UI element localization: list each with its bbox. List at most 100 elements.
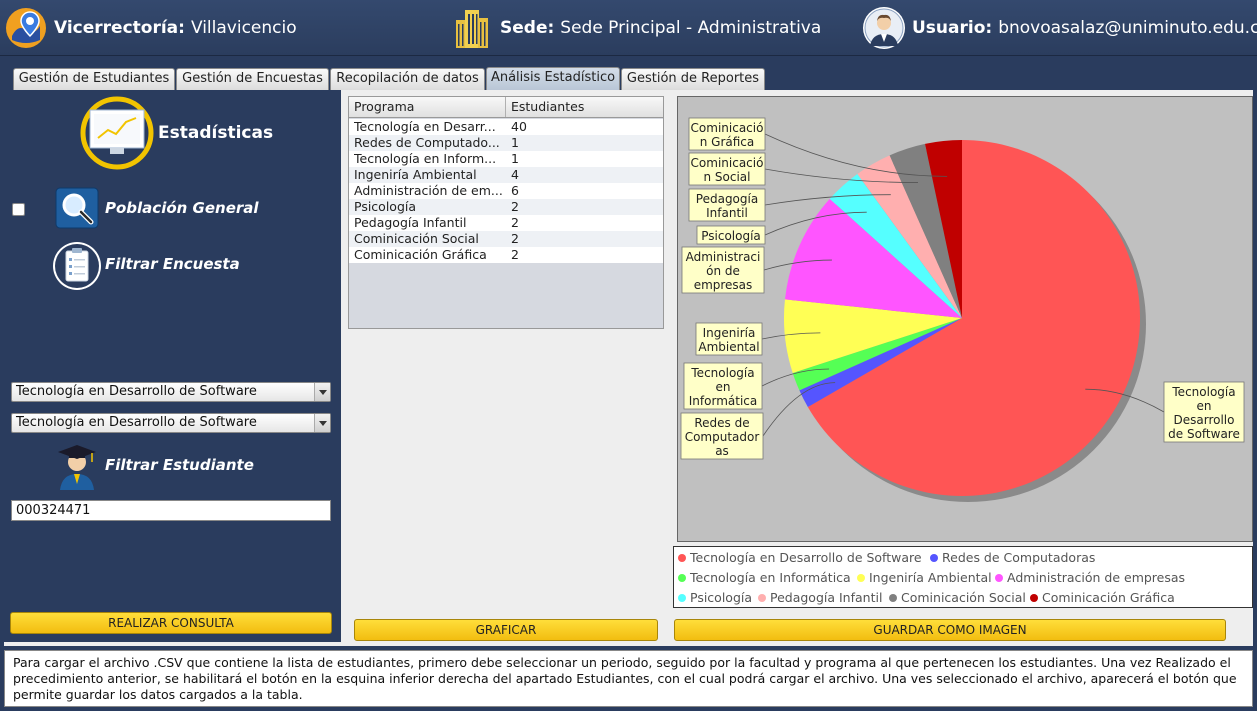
slice-label-text: Tecnología <box>690 366 754 380</box>
column-header-estudiantes[interactable]: Estudiantes <box>506 97 663 117</box>
pie-chart-panel: Tecnología en Desarrollo de Software Redes d… <box>677 96 1253 542</box>
legend-dot <box>889 593 897 602</box>
map-pin-logo-icon <box>6 8 46 48</box>
table-cell: 2 <box>511 247 519 262</box>
legend-label: Psicología <box>690 590 753 605</box>
table-cell: Tecnología en Inform... <box>354 151 497 166</box>
table-cell: Tecnología en Desarr... <box>354 119 496 134</box>
slice-label-text: n Social <box>704 170 751 184</box>
legend-item: Ingeniría Ambiental <box>857 570 992 585</box>
legend-label: Ingeniría Ambiental <box>869 570 992 585</box>
legend-label: Pedagogía Infantil <box>770 590 883 605</box>
slice-label-text: n Gráfica <box>700 135 755 149</box>
tab-recopilacion-datos[interactable]: Recopilación de datos <box>330 68 485 90</box>
legend-dot <box>678 573 686 582</box>
guardar-imagen-button[interactable]: GUARDAR COMO IMAGEN <box>674 619 1226 641</box>
table-cell: 1 <box>511 151 519 166</box>
legend-item: Cominicación Social <box>889 590 1026 605</box>
table-cell: Redes de Computado... <box>354 135 500 150</box>
table-cell: 2 <box>511 231 519 246</box>
legend-dot <box>930 553 938 562</box>
legend-item: Tecnología en Informática <box>678 570 851 585</box>
table-row[interactable]: Ingeniría Ambiental 4 <box>349 167 663 183</box>
legend-item: Redes de Computadoras <box>930 550 1095 565</box>
usuario-value: bnovoasalaz@uniminuto.edu.co <box>998 18 1257 38</box>
programa-combo-2[interactable]: Tecnología en Desarrollo de Software <box>11 413 331 433</box>
table-cell: Psicología <box>354 199 417 214</box>
legend-label: Cominicación Gráfica <box>1042 590 1175 605</box>
chevron-down-icon[interactable] <box>314 383 330 401</box>
slice-label-text: Infantil <box>706 206 748 220</box>
slice-label-text: empresas <box>694 278 753 292</box>
graficar-button[interactable]: GRAFICAR <box>354 619 658 641</box>
table-row[interactable]: Administración de em... 6 <box>349 183 663 199</box>
table-cell: Administración de em... <box>354 183 503 198</box>
table-header: Programa Estudiantes <box>349 97 663 118</box>
table-row[interactable]: Psicología 2 <box>349 199 663 215</box>
tab-gestion-encuestas[interactable]: Gestión de Encuestas <box>176 68 329 90</box>
table-row[interactable]: Cominicación Social 2 <box>349 231 663 247</box>
slice-label-text: Computador <box>685 430 760 444</box>
app-header: Vicerrectoría: Villavicencio Sede: Sede … <box>0 0 1257 56</box>
programa-combo-1[interactable]: Tecnología en Desarrollo de Software <box>11 382 331 402</box>
legend-dot <box>678 593 686 602</box>
legend-item: Cominicación Gráfica <box>1030 590 1175 605</box>
slice-label-text: Desarrollo <box>1174 413 1235 427</box>
tab-analisis-estadistico[interactable]: Análisis Estadístico <box>486 67 620 90</box>
graduate-student-icon <box>58 445 96 490</box>
legend-dot <box>995 573 1003 582</box>
table-cell: Cominicación Gráfica <box>354 247 487 262</box>
slice-label-text: Cominicació <box>691 156 764 170</box>
table-cell: Pedagogía Infantil <box>354 215 467 230</box>
table-row[interactable]: Cominicación Gráfica 2 <box>349 247 663 263</box>
tab-gestion-estudiantes[interactable]: Gestión de Estudiantes <box>13 68 175 90</box>
slice-label-text: Redes de <box>694 416 749 430</box>
programa-combo-1-value: Tecnología en Desarrollo de Software <box>16 384 257 399</box>
poblacion-general-checkbox[interactable] <box>12 203 25 216</box>
slice-label-text: Psicología <box>701 229 761 243</box>
slice-label-text: Tecnología <box>1171 385 1235 399</box>
vicerrectoria-value: Villavicencio <box>190 18 297 38</box>
table-cell: 6 <box>511 183 519 198</box>
sede-label: Sede: <box>500 18 555 38</box>
legend-label: Redes de Computadoras <box>942 550 1096 565</box>
tab-bar: Gestión de Estudiantes Gestión de Encues… <box>0 64 1257 90</box>
slice-label-text: en <box>1197 399 1212 413</box>
column-header-programa[interactable]: Programa <box>349 97 506 117</box>
estadisticas-title: Estadísticas <box>158 123 274 143</box>
legend-label: Administración de empresas <box>1007 570 1186 585</box>
filtrar-estudiante-label: Filtrar Estudiante <box>105 456 254 474</box>
table-row[interactable]: Tecnología en Inform... 1 <box>349 151 663 167</box>
student-id-input[interactable]: 000324471 <box>11 500 331 521</box>
pie-chart: TecnologíaenDesarrollode SoftwareRedes d… <box>680 117 1245 502</box>
slice-label-text: as <box>715 444 729 458</box>
vicerrectoria-label: Vicerrectoría: <box>54 18 185 38</box>
table-cell: 2 <box>511 215 519 230</box>
slice-label-text: Pedagogía <box>696 192 758 206</box>
legend-item: Pedagogía Infantil <box>758 590 882 605</box>
analisis-estadistico-panel: Estadísticas Población General Filtrar E… <box>4 90 1253 646</box>
legend-item: Administración de empresas <box>995 570 1185 585</box>
sede-value: Sede Principal - Administrativa <box>560 18 822 38</box>
table-row[interactable]: Pedagogía Infantil 2 <box>349 215 663 231</box>
slice-label-text: en <box>716 380 731 394</box>
chevron-down-icon[interactable] <box>314 414 330 432</box>
statistics-chart-icon <box>80 96 154 170</box>
legend-item: Tecnología en Desarrollo de Software <box>678 550 922 565</box>
table-cell: Cominicación Social <box>354 231 479 246</box>
slice-label-text: Administraci <box>686 250 761 264</box>
table-row[interactable]: Redes de Computado... 1 <box>349 135 663 151</box>
filtrar-encuesta-label: Filtrar Encuesta <box>105 255 240 273</box>
table-row[interactable]: Tecnología en Desarr... 40 <box>349 119 663 135</box>
realizar-consulta-button[interactable]: REALIZAR CONSULTA <box>10 612 332 634</box>
user-avatar-icon <box>863 7 905 49</box>
legend-dot <box>857 573 865 582</box>
legend-label: Tecnología en Desarrollo de Software <box>690 550 922 565</box>
tab-gestion-reportes[interactable]: Gestión de Reportes <box>621 68 765 90</box>
legend-item: Psicología <box>678 590 752 605</box>
clipboard-survey-icon <box>53 242 101 290</box>
building-icon <box>456 10 488 48</box>
slice-label-text: ón de <box>706 264 740 278</box>
usuario-info: Usuario: bnovoasalaz@uniminuto.edu.co <box>862 0 1257 56</box>
slice-label-text: Ingeniría <box>703 326 756 340</box>
